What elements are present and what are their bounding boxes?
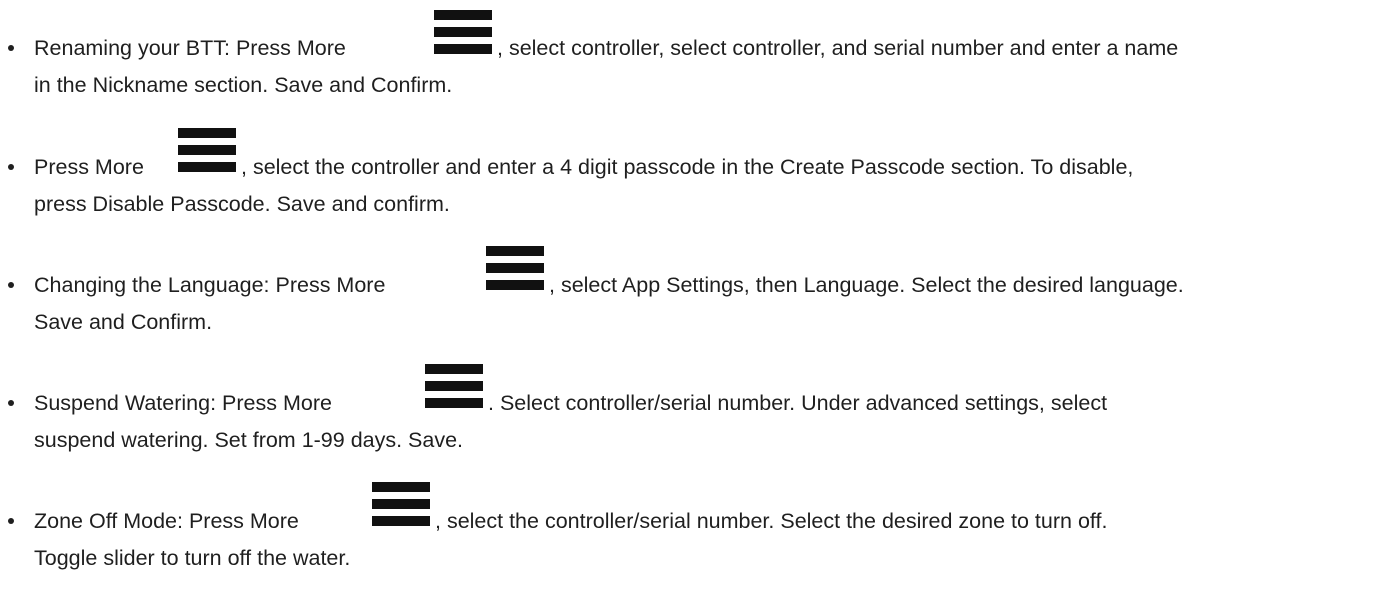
list-item: Press More , select the controller and e… — [0, 118, 1386, 228]
bullet — [8, 45, 14, 51]
instruction-text: Changing the Language: Press More — [34, 273, 386, 297]
instruction-text-continued: Toggle slider to turn off the water. — [34, 546, 351, 570]
instruction-text: Press More — [34, 155, 144, 179]
bullet — [8, 164, 14, 170]
instruction-text: , select the controller and enter a 4 di… — [241, 155, 1134, 179]
instruction-text-continued: press Disable Passcode. Save and confirm… — [34, 192, 450, 216]
hamburger-menu-icon — [486, 246, 544, 290]
instruction-text: , select the controller/serial number. S… — [435, 509, 1108, 533]
instruction-text: , select App Settings, then Language. Se… — [549, 273, 1184, 297]
instruction-text: Zone Off Mode: Press More — [34, 509, 299, 533]
bullet — [8, 400, 14, 406]
list-item: Renaming your BTT: Press More , select c… — [0, 0, 1386, 110]
list-item: Zone Off Mode: Press More , select the c… — [0, 472, 1386, 582]
instruction-text: . Select controller/serial number. Under… — [488, 391, 1108, 415]
instruction-text-continued: suspend watering. Set from 1-99 days. Sa… — [34, 428, 464, 452]
bullet — [8, 282, 14, 288]
instruction-text: , select controller, select controller, … — [497, 36, 1179, 60]
instruction-text-continued: in the Nickname section. Save and Confir… — [34, 73, 453, 97]
instruction-text: Renaming your BTT: Press More — [34, 36, 346, 60]
list-item: Suspend Watering: Press More . Select co… — [0, 354, 1386, 464]
list-item: Changing the Language: Press More , sele… — [0, 236, 1386, 346]
hamburger-menu-icon — [425, 364, 483, 408]
hamburger-menu-icon — [434, 10, 492, 54]
instruction-text: Suspend Watering: Press More — [34, 391, 332, 415]
hamburger-menu-icon — [372, 482, 430, 526]
bullet — [8, 518, 14, 524]
instruction-text-continued: Save and Confirm. — [34, 310, 213, 334]
hamburger-menu-icon — [178, 128, 236, 172]
